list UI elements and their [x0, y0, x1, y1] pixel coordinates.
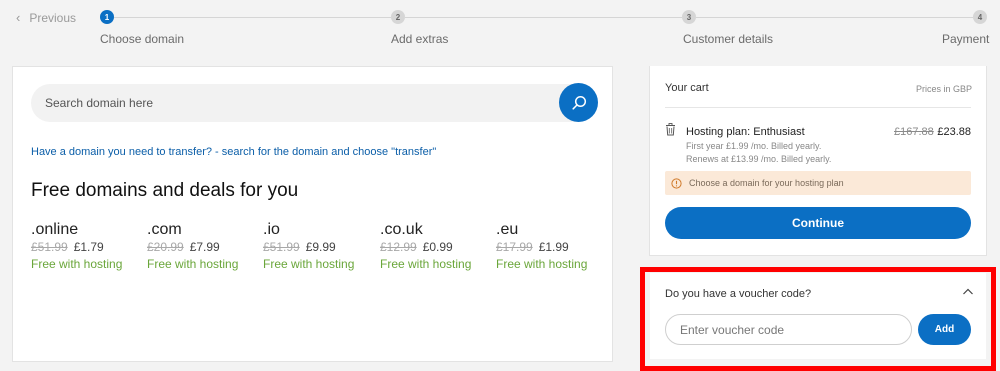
cart-title: Your cart	[665, 82, 709, 94]
step-4-indicator: 4	[973, 10, 987, 24]
domain-prices: £12.99 £0.99	[380, 240, 492, 254]
free-with-hosting-note: Free with hosting	[380, 257, 472, 271]
transfer-domain-link[interactable]: Have a domain you need to transfer? - se…	[31, 146, 436, 158]
step-1-label: Choose domain	[100, 32, 185, 46]
search-button[interactable]	[559, 83, 598, 122]
domain-warning-notice: Choose a domain for your hosting plan	[665, 171, 971, 195]
chevron-left-icon: ‹	[16, 10, 21, 25]
domain-tld: .eu	[496, 221, 519, 238]
trash-icon	[666, 123, 675, 136]
info-icon	[671, 177, 682, 189]
new-price: £1.99	[538, 240, 569, 254]
old-price: £17.99	[496, 240, 533, 254]
old-price: £20.99	[147, 240, 184, 254]
domain-deal-com[interactable]: .com £20.99 £7.99 Free with hosting	[147, 221, 259, 271]
old-price: £51.99	[31, 240, 68, 254]
domain-deal-eu[interactable]: .eu £17.99 £1.99 Free with hosting	[496, 221, 608, 271]
free-with-hosting-note: Free with hosting	[263, 257, 355, 271]
step-2-indicator: 2	[391, 10, 405, 24]
step-4-label: Payment	[942, 32, 990, 46]
domain-tld: .io	[263, 221, 280, 238]
previous-button[interactable]: ‹ Previous	[16, 10, 76, 25]
cart-item-price: £23.88	[937, 126, 971, 138]
step-3-label: Customer details	[683, 32, 774, 46]
cart-item-billing-first-year: First year £1.99 /mo. Billed yearly.	[686, 141, 822, 151]
step-1-indicator: 1	[100, 10, 114, 24]
new-price: £1.79	[73, 240, 104, 254]
domain-search-input[interactable]	[31, 84, 551, 122]
free-with-hosting-note: Free with hosting	[496, 257, 588, 271]
new-price: £7.99	[189, 240, 220, 254]
step-connector	[114, 17, 391, 18]
domain-search-panel: Have a domain you need to transfer? - se…	[12, 66, 613, 362]
cart-item-name: Hosting plan: Enthusiast	[686, 126, 805, 138]
step-connector	[405, 17, 682, 18]
continue-button[interactable]: Continue	[665, 207, 971, 239]
cart-item-billing-renewal: Renews at £13.99 /mo. Billed yearly.	[686, 154, 832, 164]
divider	[665, 107, 971, 108]
cart-panel: Your cart Prices in GBP Hosting plan: En…	[649, 66, 987, 256]
step-connector	[696, 17, 973, 18]
search-bar	[31, 83, 598, 122]
domain-prices: £51.99 £9.99	[263, 240, 375, 254]
step-2-label: Add extras	[391, 32, 449, 46]
old-price: £12.99	[380, 240, 417, 254]
step-3-indicator: 3	[682, 10, 696, 24]
domain-deal-io[interactable]: .io £51.99 £9.99 Free with hosting	[263, 221, 375, 271]
new-price: £0.99	[422, 240, 453, 254]
search-icon	[571, 95, 586, 110]
new-price: £9.99	[305, 240, 336, 254]
domain-prices: £20.99 £7.99	[147, 240, 259, 254]
domain-deal-co-uk[interactable]: .co.uk £12.99 £0.99 Free with hosting	[380, 221, 492, 271]
domain-tld: .co.uk	[380, 221, 423, 238]
warning-text: Choose a domain for your hosting plan	[689, 178, 844, 188]
free-with-hosting-note: Free with hosting	[147, 257, 239, 271]
domain-prices: £17.99 £1.99	[496, 240, 608, 254]
domain-prices: £51.99 £1.79	[31, 240, 143, 254]
checkout-stepper: ‹ Previous 1 Choose domain 2 Add extras …	[0, 0, 1000, 60]
domain-tld: .online	[31, 221, 79, 238]
domain-deal-online[interactable]: .online £51.99 £1.79 Free with hosting	[31, 221, 143, 271]
cart-item-old-price: £167.88	[894, 126, 934, 138]
previous-label: Previous	[29, 10, 77, 25]
remove-item-button[interactable]	[665, 123, 676, 141]
highlight-box	[640, 267, 996, 371]
deals-heading: Free domains and deals for you	[31, 180, 299, 201]
currency-note: Prices in GBP	[915, 84, 972, 94]
old-price: £51.99	[263, 240, 300, 254]
domain-tld: .com	[147, 221, 182, 238]
free-with-hosting-note: Free with hosting	[31, 257, 123, 271]
